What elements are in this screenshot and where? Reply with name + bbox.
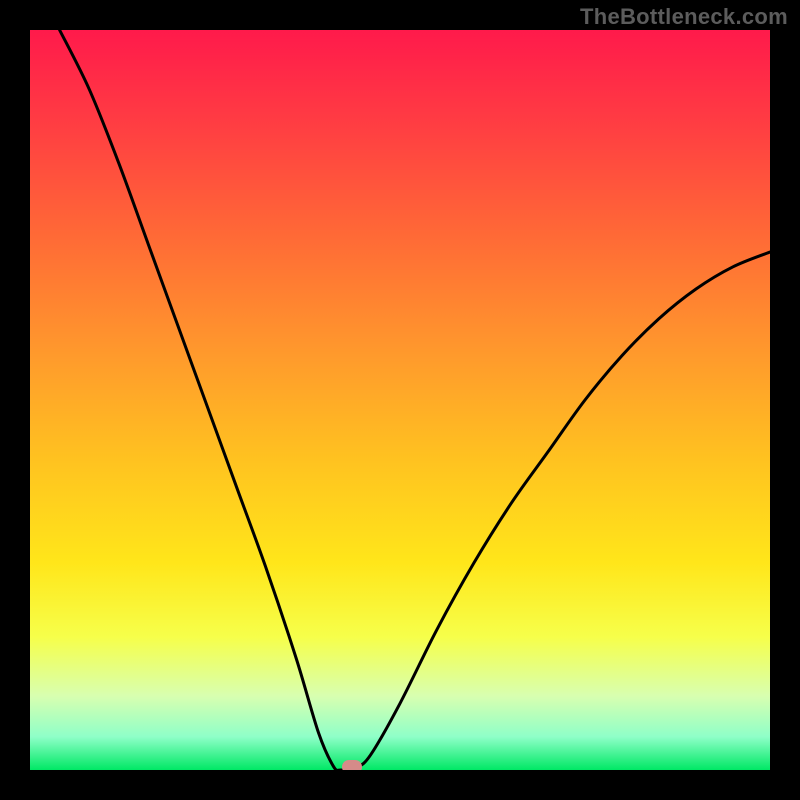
plot-area xyxy=(30,30,770,770)
watermark-text: TheBottleneck.com xyxy=(580,4,788,30)
plot-svg xyxy=(30,30,770,770)
chart-frame: TheBottleneck.com xyxy=(0,0,800,800)
plot-background xyxy=(30,30,770,770)
optimum-marker xyxy=(342,760,362,770)
